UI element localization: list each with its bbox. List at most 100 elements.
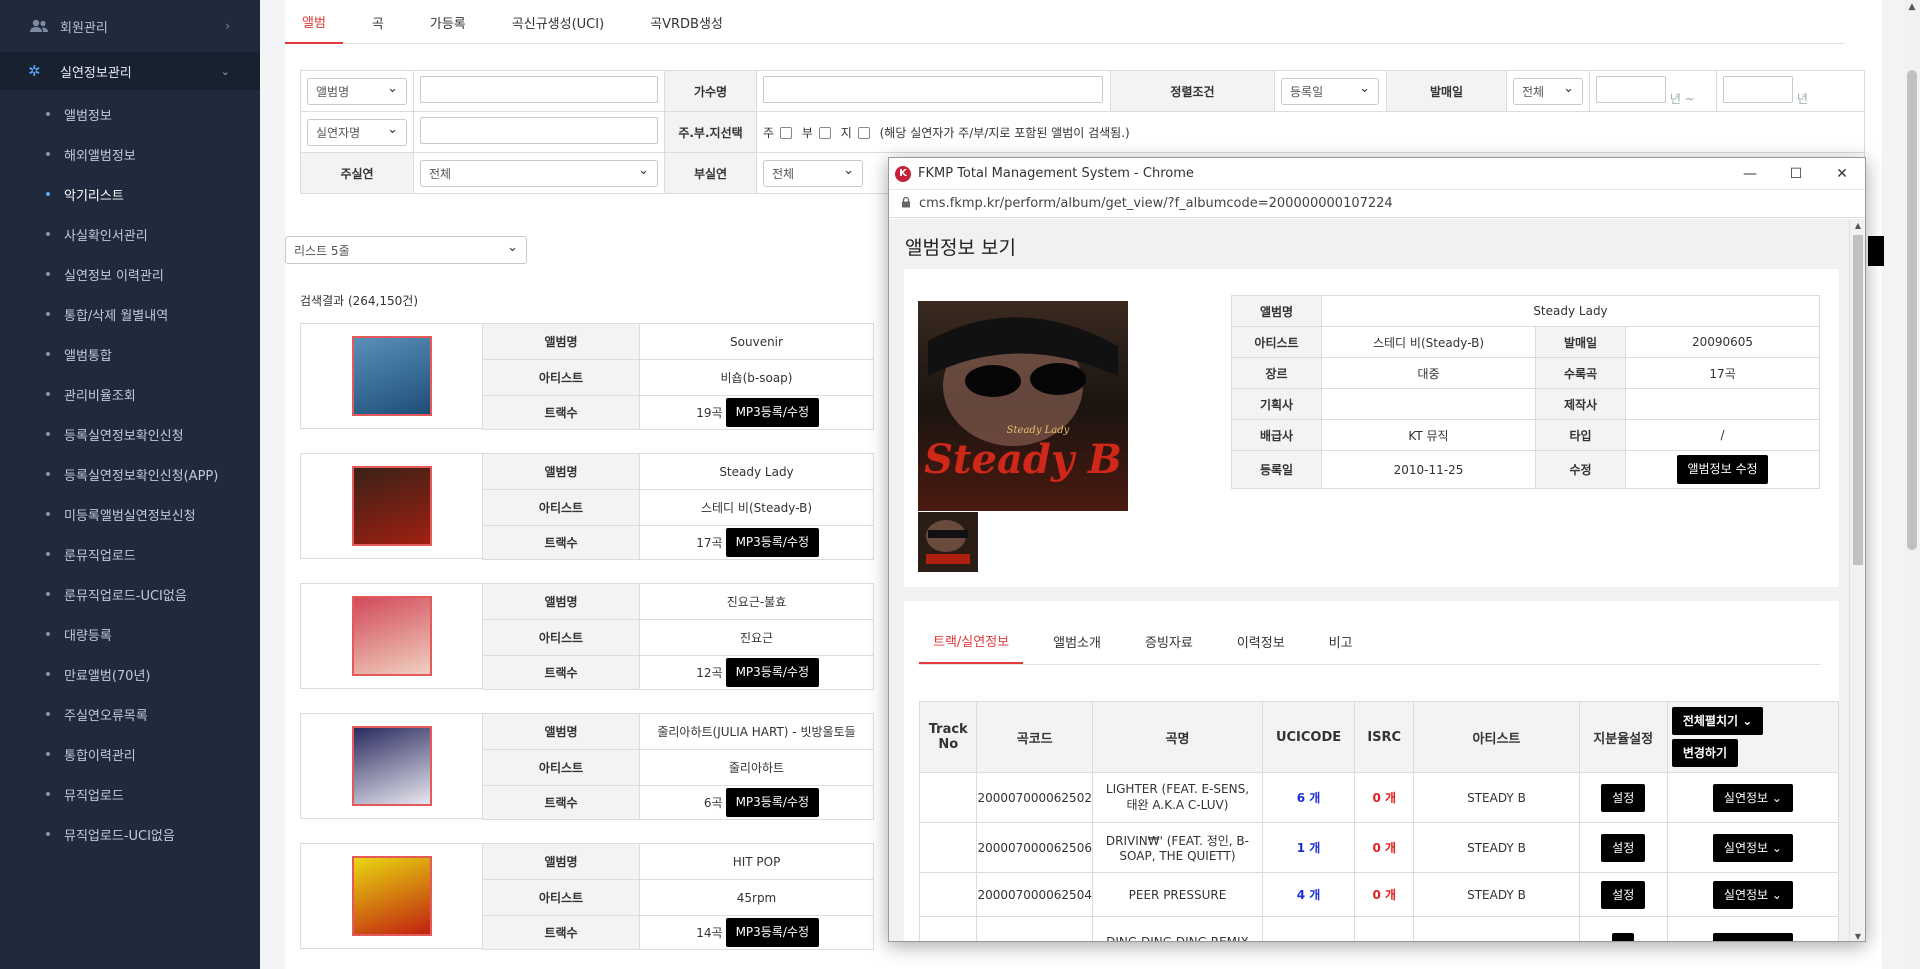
album-thumbnail[interactable] xyxy=(351,596,432,676)
tab-history[interactable]: 이력정보 xyxy=(1223,619,1299,664)
performance-info-button[interactable]: 실연정보 ⌄ xyxy=(1712,833,1793,862)
album-name-input[interactable] xyxy=(420,76,658,103)
sidebar-item[interactable]: 통합/삭제 월별내역 xyxy=(0,294,260,334)
uci-count[interactable]: 4 개 xyxy=(1261,872,1356,917)
album-field-select[interactable]: 앨범명 xyxy=(307,77,407,105)
album-cover-thumb[interactable] xyxy=(918,512,978,572)
scroll-up-icon[interactable]: ▲ xyxy=(1904,2,1920,16)
search-button[interactable] xyxy=(1868,236,1884,266)
tab-new-song-uci[interactable]: 곡신규생성(UCI) xyxy=(495,0,621,44)
mp3-edit-button[interactable]: MP3등록/수정 xyxy=(725,918,819,947)
isrc-count[interactable]: 0 개 xyxy=(1354,772,1415,823)
sub-perf-select[interactable]: 전체 xyxy=(763,159,863,187)
album-title[interactable]: 줄리아하트(JULIA HART) - 빗방울토들 xyxy=(639,713,874,750)
album-thumbnail[interactable] xyxy=(351,726,432,806)
performance-info-button[interactable]: 실연정보 ⌄ xyxy=(1712,880,1793,909)
expand-all-button[interactable]: 전체펼치기 ⌄ xyxy=(1671,707,1764,735)
isrc-count[interactable]: 0 개 xyxy=(1354,822,1415,873)
sidebar-item[interactable]: 해외앨범정보 xyxy=(0,134,260,174)
sidebar-item[interactable]: 주실연오류목록 xyxy=(0,694,260,734)
role-main-checkbox[interactable] xyxy=(780,127,793,139)
performer-field-select[interactable]: 실연자명 xyxy=(307,118,407,146)
main-perf-select[interactable]: 전체 xyxy=(420,159,658,187)
release-select[interactable]: 전체 xyxy=(1513,77,1583,105)
share-setting-button[interactable]: 설정 xyxy=(1601,880,1646,909)
popup-scrollbar-thumb[interactable] xyxy=(1853,235,1863,565)
album-artist: 비숍(b-soap) xyxy=(639,359,874,396)
singer-input[interactable] xyxy=(763,76,1103,103)
list-size-select[interactable]: 리스트 5줄 xyxy=(285,236,527,264)
close-icon[interactable]: ✕ xyxy=(1819,166,1865,182)
album-title[interactable]: 진요근-불효 xyxy=(639,583,874,620)
sidebar-item[interactable]: 뮤직업로드 xyxy=(0,774,260,814)
album-title[interactable]: Steady Lady xyxy=(639,453,874,490)
tab-track-performance[interactable]: 트랙/실연정보 xyxy=(919,619,1024,664)
sidebar-item[interactable]: 실연정보 이력관리 xyxy=(0,254,260,294)
tab-evidence[interactable]: 증빙자료 xyxy=(1131,619,1207,664)
track-count: 12곡 xyxy=(696,666,723,680)
uci-count[interactable]: 6 개 xyxy=(1261,772,1356,823)
isrc-count[interactable]: 0 개 xyxy=(1354,872,1415,917)
album-thumbnail[interactable] xyxy=(351,336,432,416)
year-from-suffix: 년 ~ xyxy=(1669,91,1695,106)
tab-notes[interactable]: 비고 xyxy=(1315,619,1367,664)
sidebar-item[interactable]: 앨범통합 xyxy=(0,334,260,374)
sidebar-item-members[interactable]: 회원관리 › xyxy=(0,0,260,52)
uci-count[interactable] xyxy=(1261,916,1356,941)
tab-album[interactable]: 앨범 xyxy=(285,0,343,44)
sidebar-item[interactable]: 만료앨범(70년) xyxy=(0,654,260,694)
role-sub-checkbox[interactable] xyxy=(818,127,831,139)
album-title[interactable]: HIT POP xyxy=(639,843,874,880)
isrc-count[interactable] xyxy=(1354,916,1415,941)
mp3-edit-button[interactable]: MP3등록/수정 xyxy=(725,658,819,687)
performance-info-button[interactable]: 실연정보 ⌄ xyxy=(1712,783,1793,812)
scroll-up-icon[interactable]: ▲ xyxy=(1850,221,1865,230)
tab-song-vrdb[interactable]: 곡VRDB생성 xyxy=(633,0,740,44)
year-from-input[interactable] xyxy=(1596,75,1666,103)
performance-info-button[interactable] xyxy=(1712,933,1793,941)
tab-album-intro[interactable]: 앨범소개 xyxy=(1039,619,1115,664)
album-thumbnail[interactable] xyxy=(351,856,432,936)
uci-count[interactable]: 1 개 xyxy=(1261,822,1356,873)
sidebar-item[interactable]: 미등록앨범실연정보신청 xyxy=(0,494,260,534)
sidebar-item[interactable]: 앨범정보 xyxy=(0,94,260,134)
album-title[interactable]: Souvenir xyxy=(639,323,874,360)
sidebar-item[interactable]: 룬뮤직업로드-UCI없음 xyxy=(0,574,260,614)
sidebar-item[interactable]: 룬뮤직업로드 xyxy=(0,534,260,574)
share-setting-button[interactable] xyxy=(1612,933,1635,941)
sidebar-item[interactable]: 대량등록 xyxy=(0,614,260,654)
change-button[interactable]: 변경하기 xyxy=(1671,739,1739,767)
share-setting-button[interactable]: 설정 xyxy=(1601,783,1646,812)
tab-provisional[interactable]: 가등록 xyxy=(413,0,483,44)
sort-select[interactable]: 등록일 xyxy=(1281,77,1379,105)
album-artist: 45rpm xyxy=(639,879,874,916)
share-setting-button[interactable]: 설정 xyxy=(1601,833,1646,862)
edit-album-button[interactable]: 앨범정보 수정 xyxy=(1677,455,1768,484)
sidebar-item[interactable]: 뮤직업로드-UCI없음 xyxy=(0,814,260,854)
album-cover-large[interactable]: Steady B Steady Lady xyxy=(918,301,1128,511)
mp3-edit-button[interactable]: MP3등록/수정 xyxy=(725,398,819,427)
year-to-input[interactable] xyxy=(1723,75,1793,103)
track-artist: STEADY B xyxy=(1413,772,1580,823)
sidebar-item[interactable]: 등록실연정보확인신청 xyxy=(0,414,260,454)
tab-song[interactable]: 곡 xyxy=(355,0,401,44)
role-ji-checkbox[interactable] xyxy=(857,127,870,139)
sidebar-item[interactable]: 사실확인서관리 xyxy=(0,214,260,254)
scroll-down-icon[interactable]: ▼ xyxy=(1850,932,1865,941)
sidebar-item[interactable]: 악기리스트 xyxy=(0,174,260,214)
address-bar[interactable]: cms.fkmp.kr/perform/album/get_view/?f_al… xyxy=(889,190,1865,218)
performer-input[interactable] xyxy=(420,117,658,144)
minimize-icon[interactable]: — xyxy=(1727,166,1773,182)
sidebar-item[interactable]: 통합이력관리 xyxy=(0,734,260,774)
mp3-edit-button[interactable]: MP3등록/수정 xyxy=(725,528,819,557)
popup-scrollbar[interactable]: ▲ ▼ xyxy=(1849,219,1865,941)
sidebar-section-performance[interactable]: ✲ 실연정보관리 ⌄ xyxy=(0,52,260,90)
maximize-icon[interactable]: ☐ xyxy=(1773,166,1819,182)
page-scrollbar[interactable]: ▲ xyxy=(1904,0,1920,969)
scrollbar-thumb[interactable] xyxy=(1907,70,1917,550)
sidebar-item[interactable]: 관리비율조회 xyxy=(0,374,260,414)
album-thumbnail[interactable] xyxy=(351,466,432,546)
mp3-edit-button[interactable]: MP3등록/수정 xyxy=(725,788,819,817)
sidebar-item[interactable]: 등록실연정보확인신청(APP) xyxy=(0,454,260,494)
main-tabs: 앨범 곡 가등록 곡신규생성(UCI) 곡VRDB생성 xyxy=(285,0,1845,44)
